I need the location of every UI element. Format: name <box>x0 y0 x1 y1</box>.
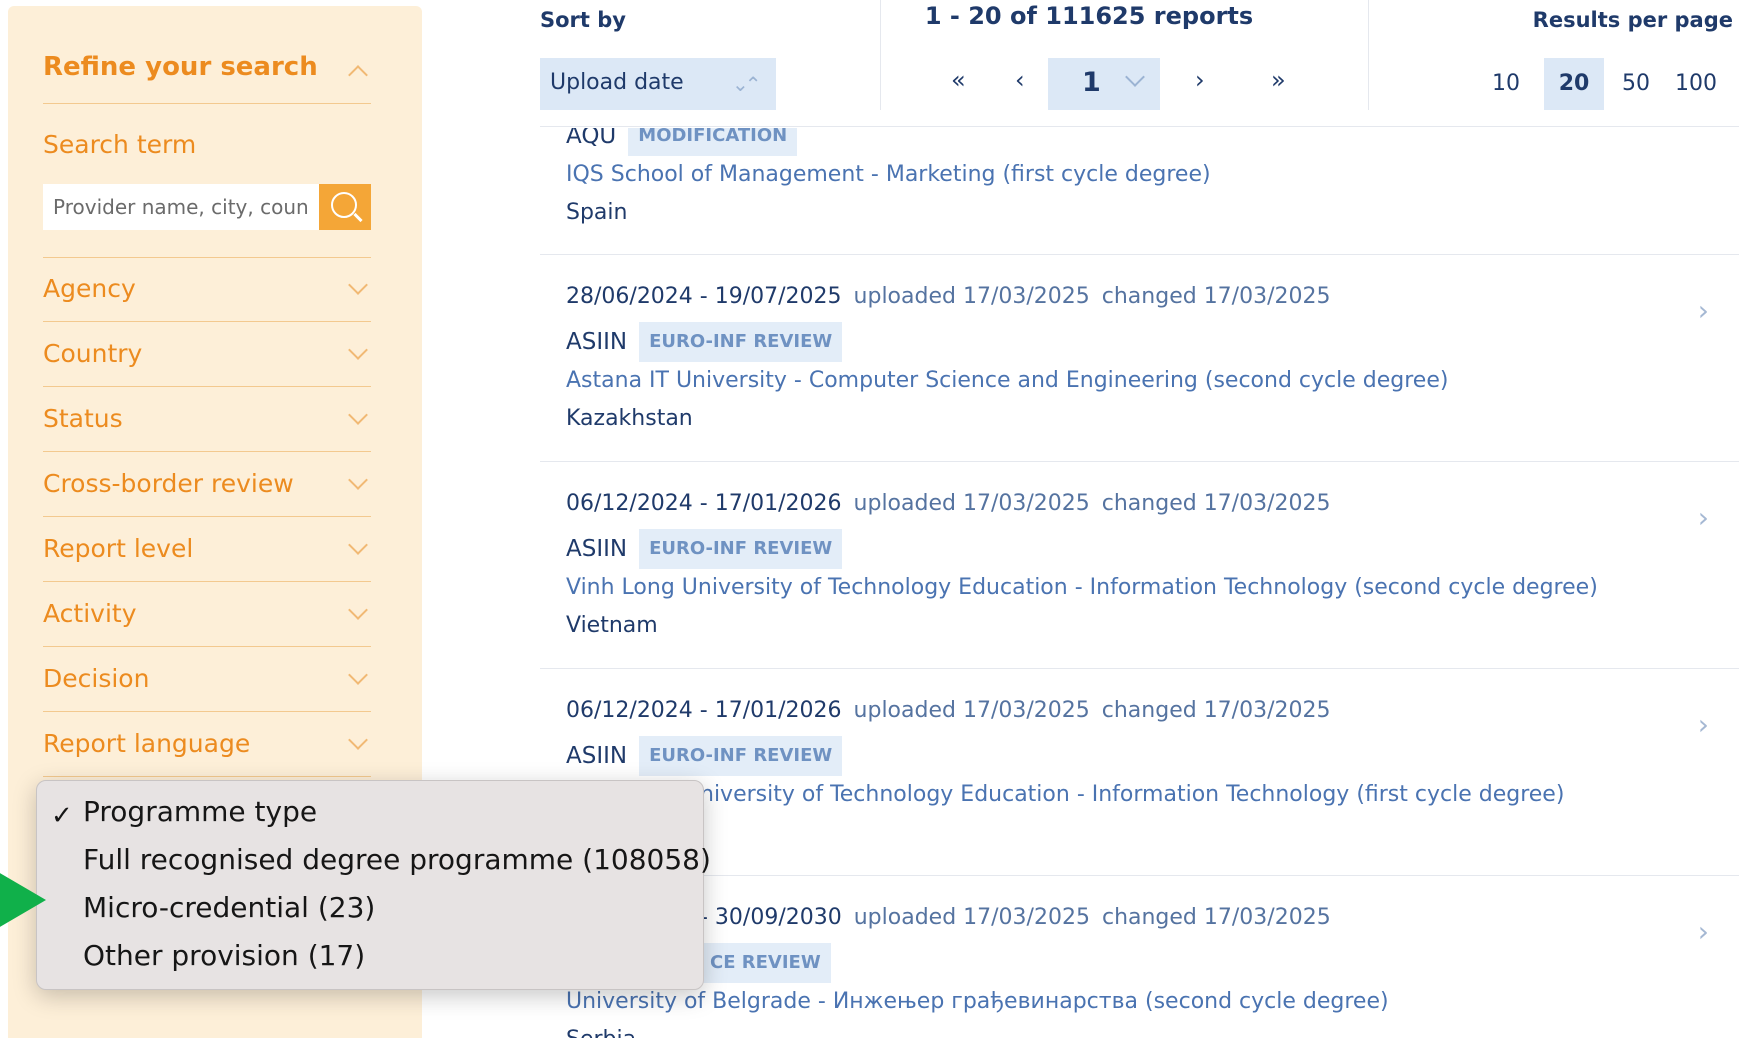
filter-label: Agency <box>43 274 136 303</box>
option-micro-credential[interactable]: Micro-credential (23) <box>83 891 375 924</box>
divider <box>540 254 1739 255</box>
results-count: 1 - 20 of 111625 reports <box>924 2 1254 30</box>
review-dates: 06/12/2024 - 17/01/2026 <box>566 491 842 516</box>
changed-date: changed 17/03/2025 <box>1101 905 1331 930</box>
sort-value: Upload date <box>550 70 684 95</box>
filter-label: Cross-border review <box>43 469 294 498</box>
uploaded-date: uploaded 17/03/2025 <box>853 698 1090 723</box>
filter-cross-border-review[interactable]: Cross-border review <box>43 453 371 517</box>
filter-label: Country <box>43 339 143 368</box>
activity-badge: MODIFICATION <box>628 128 798 156</box>
activity-badge: EURO-INF REVIEW <box>639 736 843 776</box>
pointer-marker <box>0 838 46 962</box>
filter-label: Status <box>43 404 123 433</box>
divider <box>540 875 1739 876</box>
filter-report-level[interactable]: Report level <box>43 518 371 582</box>
review-dates: 06/12/2024 - 17/01/2026 <box>566 698 842 723</box>
rpp-option-50[interactable]: 50 <box>1614 58 1658 110</box>
search-term-label: Search term <box>43 130 197 159</box>
prev-page-button[interactable]: ‹ <box>1015 66 1025 94</box>
sort-select[interactable]: Upload date ⌄⌃ <box>540 58 776 110</box>
changed-date: changed 17/03/2025 <box>1101 491 1331 516</box>
result-item[interactable]: - 30/09/2030 uploaded 17/03/2025 changed 1… <box>540 905 1739 1038</box>
agency-name: ASIIN <box>566 536 628 562</box>
next-page-button[interactable]: › <box>1195 66 1205 94</box>
programme-link[interactable]: Astana IT University - Computer Science … <box>566 368 1448 393</box>
filter-activity[interactable]: Activity <box>43 583 371 647</box>
chevron-down-icon <box>348 600 368 620</box>
filter-report-language[interactable]: Report language <box>43 713 371 777</box>
chevron-down-icon <box>348 535 368 555</box>
filter-status[interactable]: Status <box>43 388 371 452</box>
chevron-down-icon <box>348 275 368 295</box>
filter-country[interactable]: Country <box>43 323 371 387</box>
country: Vietnam <box>566 613 658 638</box>
filter-agency[interactable]: Agency <box>43 258 371 322</box>
filter-label: Activity <box>43 599 137 628</box>
country: Serbia <box>566 1027 636 1038</box>
search-button[interactable] <box>319 184 371 230</box>
result-item[interactable]: 06/12/2024 - 17/01/2026 uploaded 17/03/20… <box>540 698 1739 878</box>
review-dates: 28/06/2024 - 19/07/2025 <box>566 284 842 309</box>
programme-link[interactable]: Vinh Long University of Technology Educa… <box>566 575 1598 600</box>
search-input[interactable] <box>43 184 319 230</box>
refine-search-header[interactable]: Refine your search <box>43 48 371 104</box>
filter-decision[interactable]: Decision <box>43 648 371 712</box>
review-dates: - 30/09/2030 <box>700 905 842 930</box>
agency-name: ASIIN <box>566 329 628 355</box>
chevron-down-icon <box>1125 67 1145 87</box>
sort-toggle-icon: ⌄⌃ <box>732 72 761 96</box>
current-page: 1 <box>1082 67 1101 98</box>
first-page-button[interactable]: « <box>951 66 966 94</box>
filter-label: Report level <box>43 534 194 563</box>
activity-badge: CE REVIEW <box>700 943 831 983</box>
chevron-down-icon <box>348 405 368 425</box>
divider <box>540 461 1739 462</box>
programme-link[interactable]: University of Belgrade - Инжењер грађеви… <box>566 989 1389 1014</box>
divider <box>1368 0 1369 110</box>
rpp-option-10[interactable]: 10 <box>1484 58 1528 110</box>
refine-search-title: Refine your search <box>43 52 318 82</box>
chevron-right-icon[interactable]: › <box>1698 708 1709 741</box>
chevron-down-icon <box>348 730 368 750</box>
sort-by-label: Sort by <box>540 8 626 32</box>
option-full-recognised-degree[interactable]: Full recognised degree programme (108058… <box>83 843 711 876</box>
chevron-right-icon[interactable]: › <box>1698 501 1709 534</box>
rpp-option-100[interactable]: 100 <box>1664 58 1728 110</box>
activity-badge: EURO-INF REVIEW <box>639 322 843 362</box>
checkmark-icon: ✓ <box>51 801 73 831</box>
option-other-provision[interactable]: Other provision (17) <box>83 939 365 972</box>
uploaded-date: uploaded 17/03/2025 <box>853 284 1090 309</box>
chevron-down-icon <box>348 665 368 685</box>
programme-link[interactable]: IQS School of Management - Marketing (fi… <box>566 162 1211 187</box>
filter-label: Report language <box>43 729 251 758</box>
divider <box>540 668 1739 669</box>
last-page-button[interactable]: » <box>1271 66 1286 94</box>
chevron-down-icon <box>348 340 368 360</box>
header-divider <box>540 126 1739 127</box>
country: Kazakhstan <box>566 406 693 431</box>
agency-name: ASIIN <box>566 743 628 769</box>
results-per-page-label: Results per page <box>1532 8 1733 32</box>
filter-label: Decision <box>43 664 150 693</box>
chevron-down-icon <box>348 470 368 490</box>
changed-date: changed 17/03/2025 <box>1101 284 1331 309</box>
programme-link[interactable]: niversity of Technology Education - Info… <box>700 782 1564 807</box>
option-programme-type[interactable]: Programme type <box>83 795 317 828</box>
country: Spain <box>566 200 628 225</box>
rpp-option-20[interactable]: 20 <box>1544 58 1604 110</box>
page-select[interactable]: 1 <box>1048 58 1160 110</box>
changed-date: changed 17/03/2025 <box>1101 698 1331 723</box>
result-item[interactable]: 06/12/2024 - 17/01/2026 uploaded 17/03/20… <box>540 491 1739 671</box>
programme-type-dropdown: ✓ Programme type Full recognised degree … <box>36 780 711 990</box>
search-box <box>43 184 371 230</box>
activity-badge: EURO-INF REVIEW <box>639 529 843 569</box>
chevron-right-icon[interactable]: › <box>1698 294 1709 327</box>
result-item[interactable]: 28/06/2024 - 19/07/2025 uploaded 17/03/20… <box>540 284 1739 464</box>
uploaded-date: uploaded 17/03/2025 <box>853 905 1090 930</box>
chevron-up-icon[interactable] <box>348 65 368 85</box>
chevron-right-icon[interactable]: › <box>1698 915 1709 948</box>
uploaded-date: uploaded 17/03/2025 <box>853 491 1090 516</box>
